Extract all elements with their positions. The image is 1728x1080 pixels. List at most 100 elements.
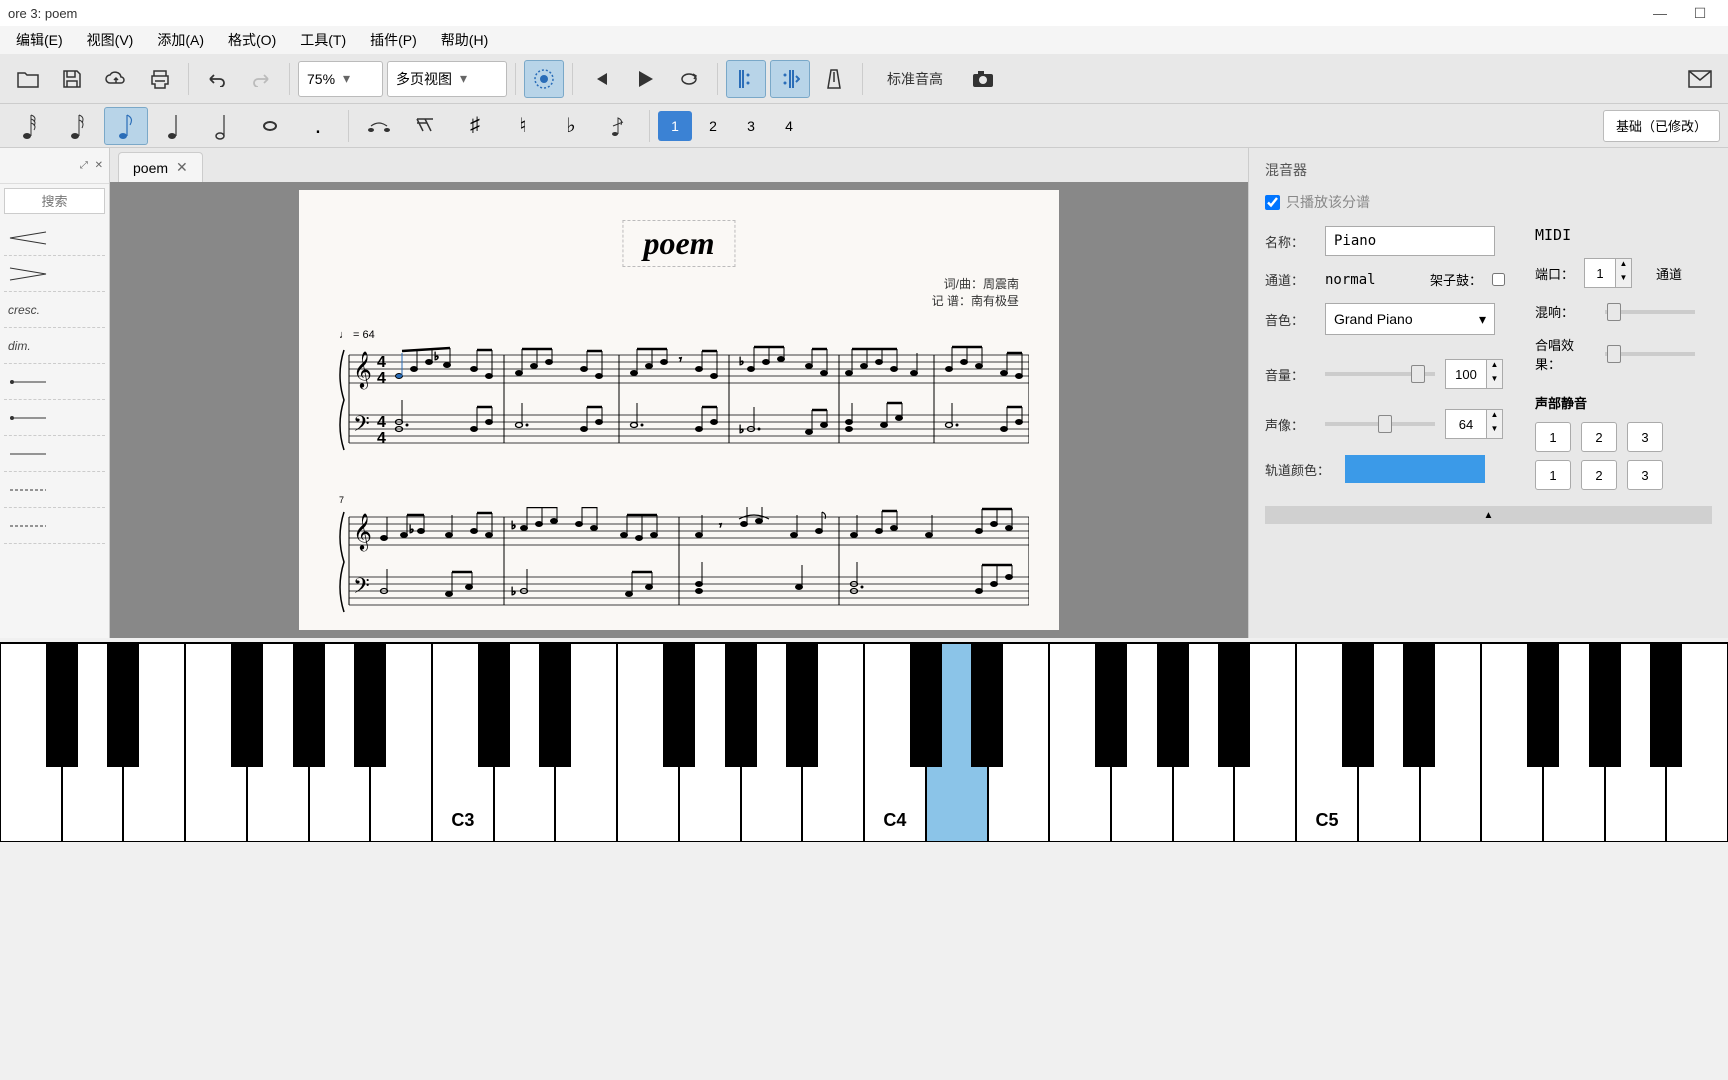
- track-color-picker[interactable]: [1345, 455, 1485, 483]
- mute-voice-3b[interactable]: 3: [1627, 460, 1663, 490]
- slur-button[interactable]: [405, 107, 449, 145]
- pan-slider[interactable]: [1325, 422, 1435, 426]
- note-whole-button[interactable]: [248, 107, 292, 145]
- mute-voice-1a[interactable]: 1: [1535, 422, 1571, 452]
- score-title[interactable]: poem: [622, 220, 735, 267]
- voice-3-button[interactable]: 3: [734, 111, 768, 141]
- piano-black-key[interactable]: [1589, 644, 1621, 767]
- viewmode-select[interactable]: 多页视图▾: [387, 61, 507, 97]
- piano-black-key[interactable]: [663, 644, 695, 767]
- palette-close-icon[interactable]: ✕: [95, 160, 103, 171]
- mixer-expand-bar[interactable]: ▲: [1265, 506, 1712, 524]
- voice-1-button[interactable]: 1: [658, 111, 692, 141]
- close-tab-icon[interactable]: ✕: [176, 159, 188, 176]
- voice-4-button[interactable]: 4: [772, 111, 806, 141]
- staff-system-2[interactable]: 𝄞 𝄢 ♭ ♭: [339, 507, 1019, 617]
- mail-button[interactable]: [1680, 60, 1720, 98]
- palette-hairpin-dim[interactable]: [4, 256, 105, 292]
- metronome-button[interactable]: [814, 60, 854, 98]
- flat-button[interactable]: ♭: [549, 107, 593, 145]
- zoom-select[interactable]: 75%▾: [298, 61, 383, 97]
- natural-button[interactable]: ♮: [501, 107, 545, 145]
- piano-black-key[interactable]: [786, 644, 818, 767]
- volume-slider[interactable]: [1325, 372, 1435, 376]
- mute-voice-2a[interactable]: 2: [1581, 422, 1617, 452]
- piano-black-key[interactable]: [725, 644, 757, 767]
- palette-expand-icon[interactable]: ⤢: [80, 160, 88, 171]
- drumset-checkbox[interactable]: [1492, 273, 1505, 286]
- note-half-button[interactable]: [200, 107, 244, 145]
- maximize-button[interactable]: ☐: [1680, 5, 1720, 22]
- cloud-button[interactable]: [96, 60, 136, 98]
- palette-search-input[interactable]: [4, 188, 105, 214]
- menu-help[interactable]: 帮助(H): [429, 26, 500, 54]
- dot-button[interactable]: .: [296, 107, 340, 145]
- patch-select[interactable]: Grand Piano▾: [1325, 303, 1495, 335]
- piano-black-key[interactable]: [354, 644, 386, 767]
- workspace-select[interactable]: 基础（已修改）: [1603, 110, 1720, 142]
- piano-black-key[interactable]: [1095, 644, 1127, 767]
- piano-black-key[interactable]: [293, 644, 325, 767]
- rewind-button[interactable]: [581, 60, 621, 98]
- volume-input[interactable]: [1445, 359, 1487, 389]
- palette-line-1[interactable]: [4, 364, 105, 400]
- piano-black-key[interactable]: [1527, 644, 1559, 767]
- palette-cresc-text[interactable]: cresc.: [4, 292, 105, 328]
- note-input-button[interactable]: [524, 60, 564, 98]
- chorus-slider[interactable]: [1605, 352, 1695, 356]
- voice-2-button[interactable]: 2: [696, 111, 730, 141]
- concert-pitch-label[interactable]: 标准音高: [871, 69, 959, 89]
- tab-poem[interactable]: poem ✕: [118, 152, 203, 182]
- play-button[interactable]: [625, 60, 665, 98]
- mute-voice-2b[interactable]: 2: [1581, 460, 1617, 490]
- loop-button[interactable]: [669, 60, 709, 98]
- save-button[interactable]: [52, 60, 92, 98]
- repeat-start-button[interactable]: [726, 60, 766, 98]
- mute-voice-1b[interactable]: 1: [1535, 460, 1571, 490]
- screenshot-button[interactable]: [963, 60, 1003, 98]
- repeat-end-button[interactable]: [770, 60, 810, 98]
- tempo-marking[interactable]: ♩ = 64: [339, 329, 1019, 341]
- menu-plugins[interactable]: 插件(P): [358, 26, 429, 54]
- piano-black-key[interactable]: [1403, 644, 1435, 767]
- tie-button[interactable]: [357, 107, 401, 145]
- piano-black-key[interactable]: [539, 644, 571, 767]
- piano-black-key[interactable]: [1157, 644, 1189, 767]
- note-8th-button[interactable]: [104, 107, 148, 145]
- track-name-input[interactable]: [1325, 226, 1495, 256]
- reverb-slider[interactable]: [1605, 310, 1695, 314]
- piano-black-key[interactable]: [107, 644, 139, 767]
- score-viewport[interactable]: poem 词/曲：周震南 记 谱：南有极昼 ♩ = 64: [110, 182, 1248, 638]
- note-quarter-button[interactable]: [152, 107, 196, 145]
- piano-black-key[interactable]: [46, 644, 78, 767]
- mute-voice-3a[interactable]: 3: [1627, 422, 1663, 452]
- palette-line-2[interactable]: [4, 400, 105, 436]
- note-32nd-button[interactable]: [8, 107, 52, 145]
- minimize-button[interactable]: —: [1640, 5, 1680, 21]
- open-button[interactable]: [8, 60, 48, 98]
- grace-button[interactable]: [597, 107, 641, 145]
- palette-line-3[interactable]: [4, 436, 105, 472]
- play-only-part-checkbox[interactable]: [1265, 195, 1280, 210]
- piano-black-key[interactable]: [1342, 644, 1374, 767]
- redo-button[interactable]: [241, 60, 281, 98]
- note-16th-button[interactable]: [56, 107, 100, 145]
- menu-add[interactable]: 添加(A): [145, 26, 216, 54]
- palette-line-dashed-1[interactable]: [4, 472, 105, 508]
- piano-black-key[interactable]: [910, 644, 942, 767]
- menu-edit[interactable]: 编辑(E): [4, 26, 75, 54]
- print-button[interactable]: [140, 60, 180, 98]
- menu-tools[interactable]: 工具(T): [288, 26, 358, 54]
- midi-port-input[interactable]: [1584, 258, 1616, 288]
- piano-black-key[interactable]: [478, 644, 510, 767]
- sharp-button[interactable]: ♯: [453, 107, 497, 145]
- staff-system-1[interactable]: 𝄞 𝄢 44 44 ♭: [339, 345, 1019, 455]
- menu-format[interactable]: 格式(O): [216, 26, 288, 54]
- palette-dim-text[interactable]: dim.: [4, 328, 105, 364]
- piano-black-key[interactable]: [1218, 644, 1250, 767]
- pan-input[interactable]: [1445, 409, 1487, 439]
- palette-line-dashed-2[interactable]: [4, 508, 105, 544]
- piano-black-key[interactable]: [971, 644, 1003, 767]
- palette-hairpin-cresc[interactable]: [4, 220, 105, 256]
- undo-button[interactable]: [197, 60, 237, 98]
